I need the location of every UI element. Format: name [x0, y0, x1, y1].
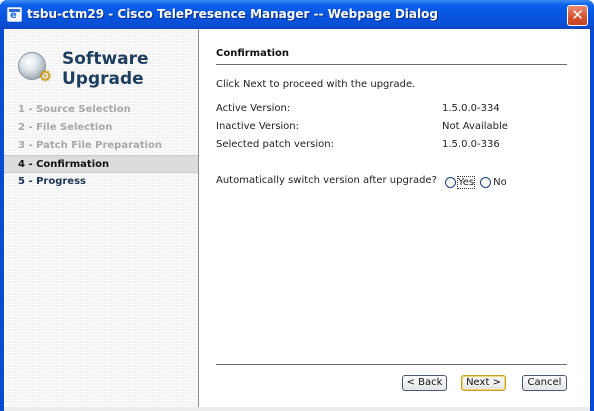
next-button[interactable]: Next >	[461, 375, 506, 391]
active-version-label: Active Version:	[216, 103, 291, 114]
window-bottom-border	[4, 407, 590, 411]
auto-switch-label: Automatically switch version after upgra…	[216, 175, 437, 186]
dialog-body: Software Upgrade 1 - Source Selection 2 …	[4, 29, 590, 407]
window-title: tsbu-ctm29 - Cisco TelePresence Manager …	[27, 7, 438, 21]
software-upgrade-icon	[18, 52, 52, 85]
step-source-selection: 1 - Source Selection	[18, 104, 131, 115]
title-bar[interactable]: tsbu-ctm29 - Cisco TelePresence Manager …	[0, 0, 594, 29]
sidebar-title: Software Upgrade	[62, 49, 182, 89]
step-progress: 5 - Progress	[18, 176, 86, 187]
wizard-steps: 1 - Source Selection 2 - File Selection …	[4, 101, 198, 191]
wizard-content: Confirmation Click Next to proceed with …	[200, 29, 590, 407]
intro-text: Click Next to proceed with the upgrade.	[216, 79, 416, 90]
auto-switch-yes-label[interactable]: Yes	[456, 175, 476, 189]
active-version-row: Active Version: 1.5.0.0-334	[216, 103, 566, 119]
selected-patch-value: 1.5.0.0-336	[442, 139, 500, 150]
auto-switch-no-label[interactable]: No	[493, 177, 507, 188]
auto-switch-no-radio[interactable]	[480, 176, 492, 188]
browser-icon	[7, 7, 22, 22]
auto-switch-radio-group: Yes No	[445, 174, 513, 190]
sidebar-title-line2: Upgrade	[62, 69, 144, 89]
page-title: Confirmation	[216, 47, 567, 65]
active-version-value: 1.5.0.0-334	[442, 103, 500, 114]
step-patch-file-preparation: 3 - Patch File Preparation	[18, 140, 162, 151]
back-button[interactable]: < Back	[402, 375, 447, 391]
wizard-sidebar: Software Upgrade 1 - Source Selection 2 …	[4, 29, 199, 407]
inactive-version-value: Not Available	[442, 121, 508, 132]
inactive-version-label: Inactive Version:	[216, 121, 300, 132]
cancel-button[interactable]: Cancel	[522, 375, 567, 391]
close-button[interactable]: ✕	[567, 5, 588, 26]
step-file-selection: 2 - File Selection	[18, 122, 113, 133]
dialog-window: tsbu-ctm29 - Cisco TelePresence Manager …	[0, 0, 594, 411]
selected-patch-label: Selected patch version:	[216, 139, 334, 150]
selected-patch-row: Selected patch version: 1.5.0.0-336	[216, 139, 566, 155]
step-confirmation: 4 - Confirmation	[4, 155, 198, 173]
auto-switch-yes-radio[interactable]	[445, 176, 456, 188]
sidebar-title-line1: Software	[62, 49, 149, 69]
footer-divider	[216, 364, 567, 365]
inactive-version-row: Inactive Version: Not Available	[216, 121, 566, 137]
